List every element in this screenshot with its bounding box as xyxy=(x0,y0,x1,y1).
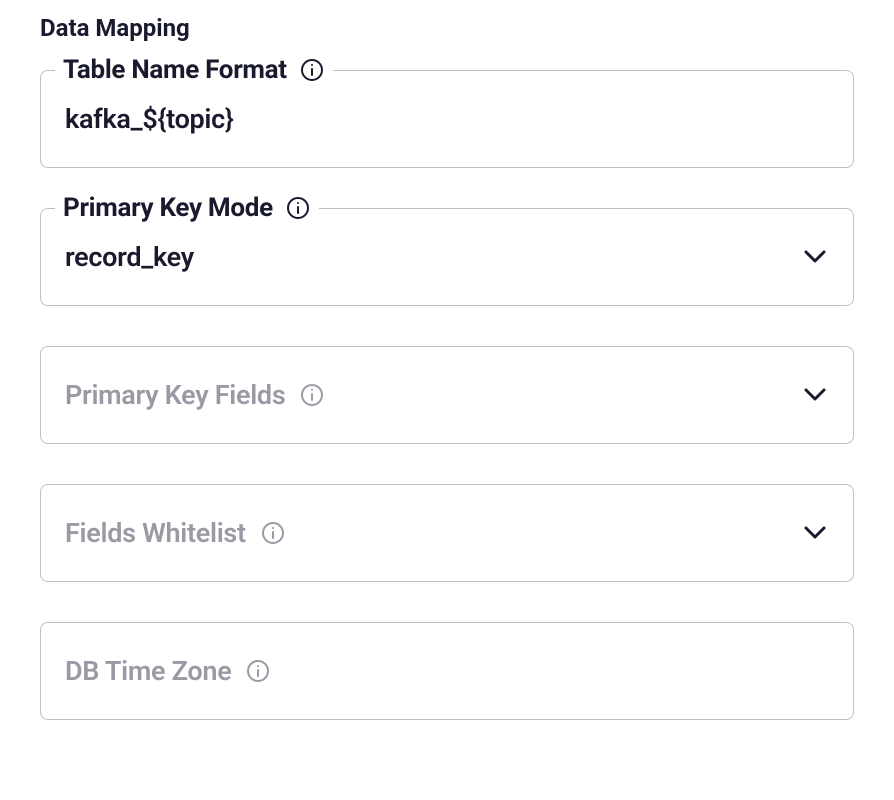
info-icon[interactable] xyxy=(285,195,311,221)
field-label: Primary Key Mode xyxy=(63,193,273,223)
info-icon[interactable] xyxy=(260,520,286,546)
field-label-inline: DB Time Zone xyxy=(65,655,271,687)
field-label-inline: Primary Key Fields xyxy=(65,379,325,411)
info-icon[interactable] xyxy=(299,57,325,83)
table-name-format-input[interactable]: Table Name Format kafka_${topic} xyxy=(40,70,854,168)
chevron-down-icon xyxy=(801,381,829,409)
field-label-inline: Fields Whitelist xyxy=(65,517,286,549)
table-name-format-field: Table Name Format kafka_${topic} xyxy=(40,70,854,168)
info-icon[interactable] xyxy=(245,658,271,684)
field-legend: Table Name Format xyxy=(55,55,333,85)
chevron-down-icon xyxy=(801,243,829,271)
chevron-down-icon xyxy=(801,519,829,547)
primary-key-fields-field: Primary Key Fields xyxy=(40,346,854,444)
primary-key-mode-select[interactable]: Primary Key Mode record_key xyxy=(40,208,854,306)
fields-whitelist-field: Fields Whitelist xyxy=(40,484,854,582)
field-label: Fields Whitelist xyxy=(65,517,246,549)
db-time-zone-input[interactable]: DB Time Zone xyxy=(40,622,854,720)
field-label: Table Name Format xyxy=(63,55,287,85)
field-value: record_key xyxy=(65,241,801,273)
field-label: Primary Key Fields xyxy=(65,379,285,411)
info-icon[interactable] xyxy=(299,382,325,408)
primary-key-mode-field: Primary Key Mode record_key xyxy=(40,208,854,306)
primary-key-fields-select[interactable]: Primary Key Fields xyxy=(40,346,854,444)
fields-whitelist-select[interactable]: Fields Whitelist xyxy=(40,484,854,582)
section-title: Data Mapping xyxy=(40,14,854,42)
field-legend: Primary Key Mode xyxy=(55,193,319,223)
field-value: kafka_${topic} xyxy=(65,103,829,135)
field-label: DB Time Zone xyxy=(65,655,231,687)
db-time-zone-field: DB Time Zone xyxy=(40,622,854,720)
